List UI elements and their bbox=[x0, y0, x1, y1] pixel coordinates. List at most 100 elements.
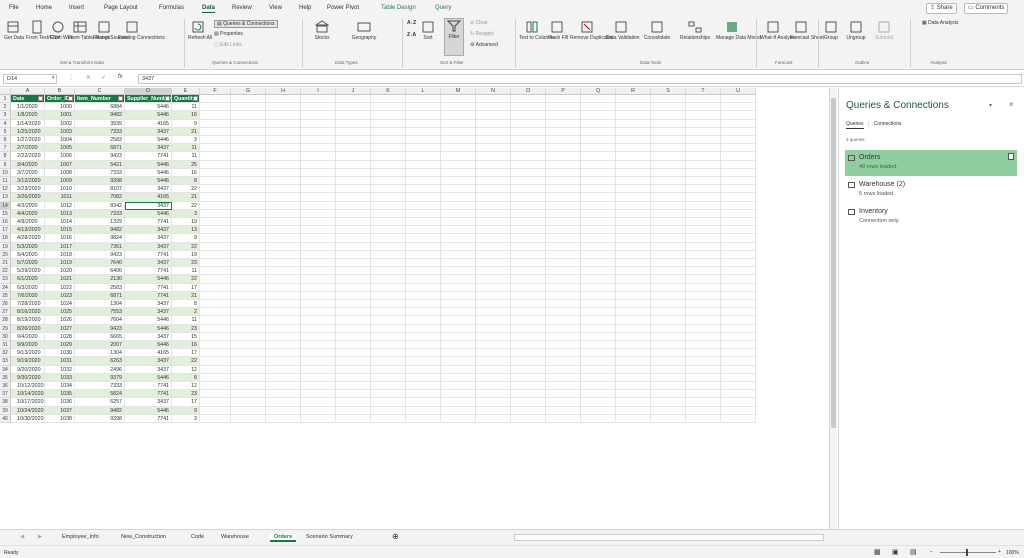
empty-cell[interactable] bbox=[651, 259, 686, 268]
empty-cell[interactable] bbox=[301, 95, 336, 104]
empty-cell[interactable] bbox=[231, 193, 266, 202]
table-cell[interactable]: 12 bbox=[172, 382, 200, 391]
empty-cell[interactable] bbox=[721, 119, 756, 128]
table-header-cell[interactable]: Item_Number bbox=[75, 95, 125, 104]
empty-cell[interactable] bbox=[651, 250, 686, 259]
empty-cell[interactable] bbox=[406, 324, 441, 333]
empty-cell[interactable] bbox=[476, 177, 511, 186]
tab-view[interactable]: View bbox=[269, 5, 282, 11]
table-cell[interactable]: 7741 bbox=[125, 218, 172, 227]
table-cell[interactable]: 1014 bbox=[45, 218, 75, 227]
prev-sheet-icon[interactable]: ◀ bbox=[20, 534, 24, 540]
table-cell[interactable]: 3437 bbox=[125, 144, 172, 153]
empty-cell[interactable] bbox=[441, 390, 476, 399]
table-cell[interactable]: 19 bbox=[172, 250, 200, 259]
empty-cell[interactable] bbox=[651, 390, 686, 399]
empty-cell[interactable] bbox=[336, 234, 371, 243]
empty-cell[interactable] bbox=[511, 300, 546, 309]
empty-cell[interactable] bbox=[336, 308, 371, 317]
table-cell[interactable]: 1015 bbox=[45, 226, 75, 235]
empty-cell[interactable] bbox=[371, 275, 406, 284]
empty-cell[interactable] bbox=[616, 357, 651, 366]
empty-cell[interactable] bbox=[371, 365, 406, 374]
empty-cell[interactable] bbox=[266, 95, 301, 104]
row-header[interactable]: 18 bbox=[0, 234, 11, 243]
table-cell[interactable]: 16 bbox=[172, 168, 200, 177]
column-header[interactable]: S bbox=[651, 88, 686, 95]
empty-cell[interactable] bbox=[371, 373, 406, 382]
empty-cell[interactable] bbox=[686, 201, 721, 210]
cancel-icon[interactable]: ✕ bbox=[86, 74, 91, 81]
table-cell[interactable]: 7741 bbox=[125, 267, 172, 276]
empty-cell[interactable] bbox=[406, 259, 441, 268]
empty-cell[interactable] bbox=[721, 160, 756, 169]
empty-cell[interactable] bbox=[476, 168, 511, 177]
empty-cell[interactable] bbox=[406, 152, 441, 161]
empty-cell[interactable] bbox=[721, 414, 756, 423]
empty-cell[interactable] bbox=[371, 218, 406, 227]
empty-cell[interactable] bbox=[336, 136, 371, 145]
empty-cell[interactable] bbox=[546, 250, 581, 259]
empty-cell[interactable] bbox=[476, 119, 511, 128]
empty-cell[interactable] bbox=[406, 357, 441, 366]
table-cell[interactable]: 1010 bbox=[45, 185, 75, 194]
empty-cell[interactable] bbox=[200, 414, 231, 423]
table-cell[interactable]: 6257 bbox=[75, 398, 125, 407]
empty-cell[interactable] bbox=[441, 259, 476, 268]
empty-cell[interactable] bbox=[336, 103, 371, 112]
table-cell[interactable]: 22 bbox=[172, 185, 200, 194]
empty-cell[interactable] bbox=[406, 341, 441, 350]
empty-cell[interactable] bbox=[686, 185, 721, 194]
empty-cell[interactable] bbox=[686, 406, 721, 415]
table-cell[interactable]: 1304 bbox=[75, 349, 125, 358]
empty-cell[interactable] bbox=[336, 349, 371, 358]
table-cell[interactable]: 2583 bbox=[75, 136, 125, 145]
table-cell[interactable]: 5446 bbox=[125, 177, 172, 186]
filter-dropdown-icon[interactable] bbox=[118, 96, 123, 101]
empty-cell[interactable] bbox=[651, 111, 686, 120]
empty-cell[interactable] bbox=[441, 308, 476, 317]
tab-power-pivot[interactable]: Power Pivot bbox=[327, 5, 359, 11]
empty-cell[interactable] bbox=[301, 341, 336, 350]
empty-cell[interactable] bbox=[511, 250, 546, 259]
empty-cell[interactable] bbox=[476, 357, 511, 366]
empty-cell[interactable] bbox=[441, 332, 476, 341]
table-cell[interactable]: 1011 bbox=[45, 193, 75, 202]
empty-cell[interactable] bbox=[546, 177, 581, 186]
row-header[interactable]: 24 bbox=[0, 283, 11, 292]
empty-cell[interactable] bbox=[686, 308, 721, 317]
empty-cell[interactable] bbox=[441, 324, 476, 333]
empty-cell[interactable] bbox=[301, 177, 336, 186]
empty-cell[interactable] bbox=[266, 177, 301, 186]
empty-cell[interactable] bbox=[581, 201, 616, 210]
empty-cell[interactable] bbox=[511, 234, 546, 243]
empty-cell[interactable] bbox=[336, 226, 371, 235]
empty-cell[interactable] bbox=[546, 95, 581, 104]
empty-cell[interactable] bbox=[266, 267, 301, 276]
empty-cell[interactable] bbox=[616, 324, 651, 333]
empty-cell[interactable] bbox=[441, 160, 476, 169]
table-cell[interactable]: 22 bbox=[172, 201, 200, 210]
empty-cell[interactable] bbox=[301, 226, 336, 235]
empty-cell[interactable] bbox=[200, 332, 231, 341]
empty-cell[interactable] bbox=[651, 177, 686, 186]
reapply-button[interactable]: ↻ Reapply bbox=[470, 31, 494, 37]
empty-cell[interactable] bbox=[406, 209, 441, 218]
empty-cell[interactable] bbox=[546, 373, 581, 382]
empty-cell[interactable] bbox=[721, 209, 756, 218]
empty-cell[interactable] bbox=[546, 185, 581, 194]
table-cell[interactable]: 2496 bbox=[75, 365, 125, 374]
row-header[interactable]: 32 bbox=[0, 349, 11, 358]
table-cell[interactable]: 6665 bbox=[75, 332, 125, 341]
empty-cell[interactable] bbox=[441, 193, 476, 202]
empty-cell[interactable] bbox=[336, 291, 371, 300]
empty-cell[interactable] bbox=[511, 267, 546, 276]
empty-cell[interactable] bbox=[200, 111, 231, 120]
table-cell[interactable]: 3437 bbox=[125, 259, 172, 268]
empty-cell[interactable] bbox=[406, 390, 441, 399]
table-cell[interactable]: 3/23/2020 bbox=[11, 185, 45, 194]
table-cell[interactable]: 21 bbox=[172, 127, 200, 136]
table-cell[interactable]: 1004 bbox=[45, 136, 75, 145]
empty-cell[interactable] bbox=[616, 406, 651, 415]
empty-cell[interactable] bbox=[266, 152, 301, 161]
